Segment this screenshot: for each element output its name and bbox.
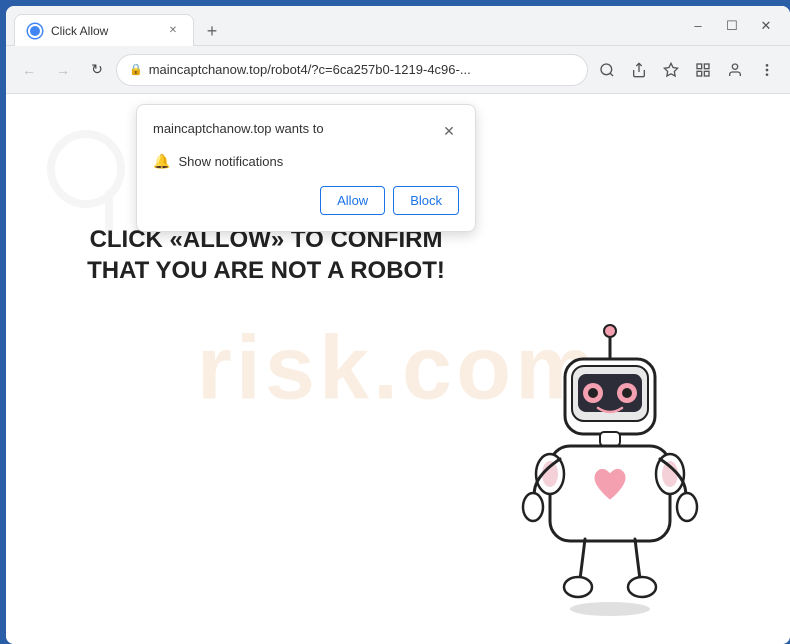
new-tab-button[interactable]: +	[198, 17, 226, 45]
forward-button[interactable]: →	[48, 55, 78, 85]
profile-icon-btn[interactable]	[720, 55, 750, 85]
popup-permission-text: Show notifications	[178, 154, 283, 169]
title-bar: Click Allow ✕ + – ☐ ✕	[6, 6, 790, 46]
navigation-bar: ← → ↻ 🔒 maincaptchanow.top/robot4/?c=6ca…	[6, 46, 790, 94]
robot-svg	[510, 324, 710, 624]
extensions-icon-btn[interactable]	[688, 55, 718, 85]
tab-close-button[interactable]: ✕	[165, 23, 181, 39]
captcha-heading: CLICK «ALLOW» TO CONFIRM THAT YOU ARE NO…	[66, 224, 466, 286]
browser-window: Click Allow ✕ + – ☐ ✕ ← → ↻ 🔒 maincaptch…	[6, 6, 790, 644]
popup-title: maincaptchanow.top wants to	[153, 121, 324, 136]
close-button[interactable]: ✕	[750, 10, 782, 42]
block-button[interactable]: Block	[393, 186, 459, 215]
url-text: maincaptchanow.top/robot4/?c=6ca257b0-12…	[149, 62, 575, 77]
bell-icon: 🔔	[153, 153, 170, 170]
bookmark-icon-btn[interactable]	[656, 55, 686, 85]
tab-bar: Click Allow ✕ +	[14, 6, 682, 45]
menu-icon-btn[interactable]	[752, 55, 782, 85]
lock-icon: 🔒	[129, 63, 143, 76]
active-tab[interactable]: Click Allow ✕	[14, 14, 194, 46]
reload-button[interactable]: ↻	[82, 55, 112, 85]
popup-permission-row: 🔔 Show notifications	[153, 153, 459, 170]
robot-character	[510, 324, 710, 624]
tab-favicon	[27, 23, 43, 39]
popup-header: maincaptchanow.top wants to ✕	[153, 121, 459, 141]
tab-title: Click Allow	[51, 24, 157, 38]
search-icon-btn[interactable]	[592, 55, 622, 85]
minimize-button[interactable]: –	[682, 10, 714, 42]
nav-icons-group	[592, 55, 782, 85]
allow-button[interactable]: Allow	[320, 186, 385, 215]
favicon-circle	[28, 24, 42, 38]
window-controls: – ☐ ✕	[682, 10, 782, 42]
notification-popup: maincaptchanow.top wants to ✕ 🔔 Show not…	[136, 104, 476, 232]
popup-buttons: Allow Block	[153, 186, 459, 215]
page-content: risk.com maincaptchanow.top wants to ✕ 🔔…	[6, 94, 790, 644]
page-text-area: CLICK «ALLOW» TO CONFIRM THAT YOU ARE NO…	[66, 224, 466, 286]
popup-close-button[interactable]: ✕	[439, 121, 459, 141]
maximize-button[interactable]: ☐	[716, 10, 748, 42]
share-icon-btn[interactable]	[624, 55, 654, 85]
back-button[interactable]: ←	[14, 55, 44, 85]
address-bar[interactable]: 🔒 maincaptchanow.top/robot4/?c=6ca257b0-…	[116, 54, 588, 86]
